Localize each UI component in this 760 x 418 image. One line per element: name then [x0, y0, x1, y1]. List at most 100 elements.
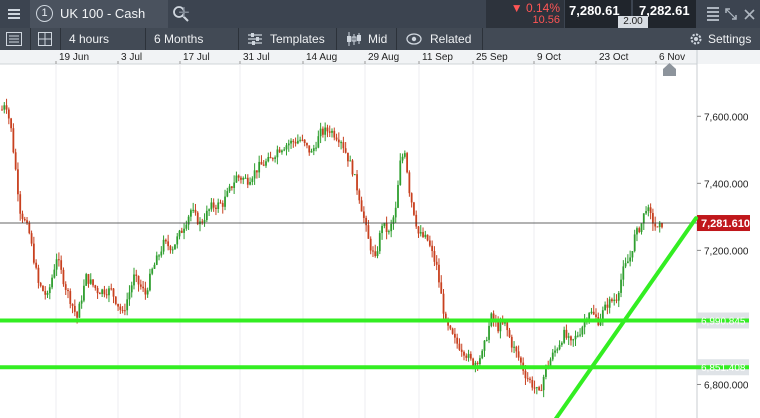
chart-canvas[interactable]: 19 Jun 3 Jul 17 Jul 31 Jul 14 Aug 29 Aug 11 Se… — [0, 50, 760, 418]
change-percent: ▼ 0.14% — [510, 1, 560, 15]
candle-body — [269, 156, 272, 159]
candle-body — [46, 293, 49, 295]
window-controls — [700, 0, 760, 28]
candle-body — [103, 289, 106, 295]
candle-body — [356, 174, 358, 191]
templates-icon — [248, 33, 262, 45]
candle-body — [80, 300, 83, 304]
candle-body — [210, 202, 213, 210]
candle-body — [296, 140, 299, 144]
date-tick-label: 6 Nov — [659, 52, 685, 63]
candle-body — [189, 210, 192, 217]
candle-body — [276, 149, 279, 158]
sidebar-toggle-icon[interactable] — [6, 32, 22, 46]
candle-body — [574, 335, 577, 340]
date-tick-label: 31 Jul — [243, 52, 270, 63]
candle-body — [262, 164, 265, 166]
candle-body — [328, 131, 331, 133]
candle-body — [310, 151, 313, 153]
close-icon[interactable] — [744, 9, 755, 20]
candle-body — [32, 243, 35, 263]
candle-body — [271, 158, 274, 160]
candle-body — [242, 177, 245, 180]
price-chart[interactable]: 19 Jun 3 Jul 17 Jul 31 Jul 14 Aug 29 Aug 11 Se… — [0, 50, 760, 418]
candle-body — [463, 351, 465, 356]
candle-body — [117, 303, 119, 307]
candle-body — [240, 177, 242, 180]
candle-body — [451, 328, 454, 334]
chart-toolbar: 4 hours 6 Months Templates Mid Related S… — [0, 28, 760, 50]
candle-body — [563, 329, 566, 343]
candle-body — [567, 336, 570, 338]
candle-body — [1, 109, 3, 111]
candle-body — [23, 218, 26, 221]
candle-body — [465, 355, 468, 358]
candle-body — [529, 378, 531, 380]
candle-body — [372, 250, 374, 252]
candle-body — [542, 376, 545, 391]
candle-body — [205, 210, 208, 221]
related-icon — [406, 33, 422, 45]
instrument-header: 1 UK 100 - Cash + ▼ 0.14% 10.56 7,280.61… — [0, 0, 760, 28]
instrument-tab[interactable]: 1 UK 100 - Cash — [30, 0, 189, 28]
candle-body — [651, 213, 654, 224]
candle-body — [96, 288, 99, 294]
date-tick-label: 9 Oct — [537, 52, 561, 63]
candle-body — [244, 177, 247, 179]
candle-body — [506, 321, 509, 331]
layout-grid-icon[interactable] — [38, 32, 52, 46]
add-tab-icon[interactable]: + — [174, 3, 194, 25]
candle-body — [265, 161, 267, 166]
candle-body — [519, 357, 522, 363]
candle-body — [37, 267, 40, 283]
candle-body — [283, 149, 286, 151]
candle-body — [151, 268, 154, 274]
candle-body — [592, 311, 595, 315]
candle-body — [3, 105, 6, 110]
candle-body — [347, 152, 349, 162]
candle-body — [114, 296, 117, 304]
candle-body — [629, 257, 632, 262]
candle-body — [376, 251, 379, 257]
candle-body — [228, 186, 231, 192]
candle-body — [638, 228, 641, 233]
interval-select[interactable]: 4 hours — [69, 28, 109, 50]
date-tick-label: 14 Aug — [306, 52, 337, 63]
candle-body — [123, 310, 126, 312]
candle-body — [203, 220, 206, 223]
candle-body — [540, 390, 543, 392]
candle-body — [105, 294, 108, 296]
candle-body — [524, 370, 527, 379]
candle-body — [331, 130, 333, 133]
candle-body — [458, 343, 461, 350]
candle-body — [155, 255, 158, 265]
candle-body — [303, 139, 306, 143]
candle-body — [171, 249, 174, 251]
candle-body — [611, 299, 613, 302]
candle-body — [194, 209, 197, 213]
candle-body — [196, 212, 199, 225]
candle-body — [312, 148, 315, 152]
candle-body — [246, 177, 249, 185]
settings-button[interactable]: Settings — [708, 28, 751, 50]
candle-body — [476, 362, 479, 364]
candle-body — [149, 273, 151, 291]
candle-body — [187, 216, 190, 225]
related-button[interactable]: Related — [430, 28, 471, 50]
date-tick-label: 17 Jul — [183, 52, 210, 63]
candle-body — [78, 303, 81, 318]
candle-body — [467, 353, 470, 358]
candle-body — [67, 289, 69, 292]
templates-button[interactable]: Templates — [270, 28, 325, 50]
candle-body — [367, 225, 370, 239]
menu-icon[interactable] — [0, 0, 28, 28]
period-select[interactable]: 6 Months — [154, 28, 203, 50]
candle-body — [433, 251, 436, 262]
expand-icon[interactable] — [725, 8, 737, 20]
candle-body — [510, 336, 513, 348]
candle-body — [226, 191, 229, 197]
list-icon[interactable] — [707, 7, 719, 21]
price-type-select[interactable]: Mid — [368, 28, 387, 50]
candle-body — [176, 236, 179, 245]
candle-body — [278, 149, 281, 153]
